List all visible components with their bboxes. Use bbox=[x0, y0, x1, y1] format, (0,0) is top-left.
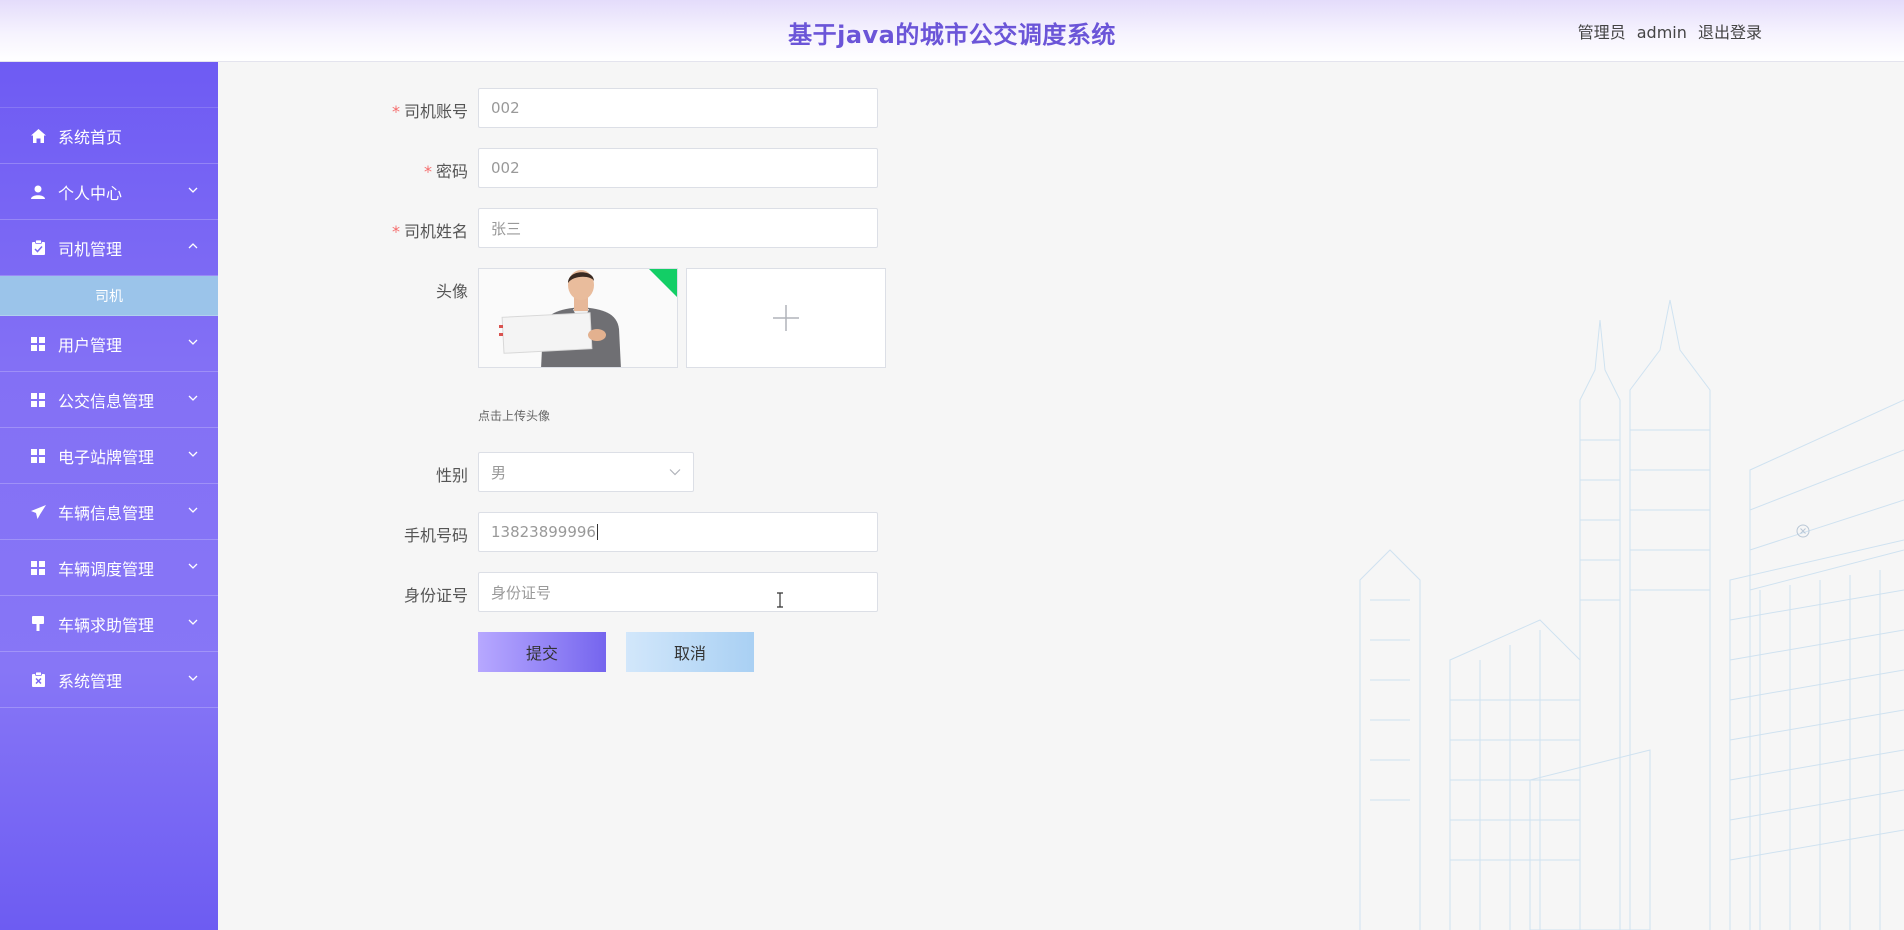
username: admin bbox=[1636, 23, 1687, 42]
sidebar-item-vehicle-help-management[interactable]: 车辆求助管理 bbox=[0, 596, 218, 652]
grid-icon bbox=[30, 336, 46, 352]
chevron-down-icon bbox=[669, 469, 681, 476]
submenu-item-driver[interactable]: 司机 bbox=[0, 276, 218, 316]
sidebar-item-label: 电子站牌管理 bbox=[58, 447, 155, 467]
password-input[interactable]: 002 bbox=[478, 148, 878, 188]
sidebar-item-label: 系统管理 bbox=[58, 671, 123, 691]
logout-link[interactable]: 退出登录 bbox=[1698, 23, 1762, 42]
top-header: 基于java的城市公交调度系统 管理员 admin 退出登录 bbox=[0, 0, 1904, 62]
chevron-down-icon bbox=[188, 563, 198, 569]
sidebar-item-user-management[interactable]: 用户管理 bbox=[0, 316, 218, 372]
chevron-down-icon bbox=[188, 507, 198, 513]
sidebar-item-label: 个人中心 bbox=[58, 183, 123, 203]
required-mark: * bbox=[391, 222, 400, 241]
user-icon bbox=[30, 184, 46, 200]
sidebar-item-label: 车辆信息管理 bbox=[58, 503, 155, 523]
name-label: * 司机姓名 bbox=[391, 222, 468, 241]
sidebar-item-e-stop-sign-management[interactable]: 电子站牌管理 bbox=[0, 428, 218, 484]
sidebar-item-label: 车辆求助管理 bbox=[58, 615, 155, 635]
phone-input[interactable]: 13823899996 bbox=[478, 512, 878, 552]
clipboard-icon bbox=[30, 240, 46, 256]
grid-icon bbox=[30, 560, 46, 576]
password-label: * 密码 bbox=[423, 162, 468, 181]
send-icon bbox=[30, 504, 46, 520]
grid-icon bbox=[30, 448, 46, 464]
id-card-input[interactable]: 身份证号 bbox=[478, 572, 878, 612]
required-mark: * bbox=[423, 162, 432, 181]
cancel-button[interactable]: 取消 bbox=[626, 632, 754, 672]
sidebar-item-vehicle-info-management[interactable]: 车辆信息管理 bbox=[0, 484, 218, 540]
user-area: 管理员 admin 退出登录 bbox=[1572, 19, 1762, 43]
gender-label: 性别 bbox=[435, 466, 468, 485]
plus-icon bbox=[773, 305, 799, 331]
chevron-down-icon bbox=[188, 187, 198, 193]
driver-name-input[interactable]: 张三 bbox=[478, 208, 878, 248]
grid-icon bbox=[30, 392, 46, 408]
text-caret bbox=[596, 524, 598, 540]
sidebar-item-label: 用户管理 bbox=[58, 335, 123, 355]
chevron-down-icon bbox=[188, 395, 198, 401]
sidebar-item-personal-center[interactable]: 个人中心 bbox=[0, 164, 218, 220]
gender-select[interactable]: 男 bbox=[478, 452, 694, 492]
sidebar-item-label: 车辆调度管理 bbox=[58, 559, 155, 579]
chevron-down-icon bbox=[188, 619, 198, 625]
chevron-down-icon bbox=[188, 675, 198, 681]
sidebar-top-spacer bbox=[0, 62, 218, 108]
chevron-down-icon bbox=[188, 339, 198, 345]
stamp-icon bbox=[30, 616, 46, 632]
avatar-upload-hint: 点击上传头像 bbox=[478, 409, 551, 423]
required-mark: * bbox=[391, 102, 400, 121]
avatar-upload-button[interactable] bbox=[686, 268, 886, 368]
home-icon bbox=[30, 128, 46, 144]
phone-label: 手机号码 bbox=[403, 526, 468, 545]
avatar-label: 头像 bbox=[435, 282, 468, 301]
account-label: * 司机账号 bbox=[391, 102, 468, 121]
sidebar-item-label: 司机管理 bbox=[58, 239, 123, 259]
chevron-down-icon bbox=[188, 451, 198, 457]
user-role: 管理员 bbox=[1577, 23, 1626, 42]
driver-account-input[interactable]: 002 bbox=[478, 88, 878, 128]
clipboard-x-icon bbox=[30, 672, 46, 688]
sidebar-item-label: 系统首页 bbox=[58, 127, 123, 147]
sidebar-item-vehicle-dispatch-management[interactable]: 车辆调度管理 bbox=[0, 540, 218, 596]
sidebar-item-system-management[interactable]: 系统管理 bbox=[0, 652, 218, 708]
avatar-preview-image[interactable] bbox=[478, 268, 678, 368]
text-cursor-icon bbox=[777, 592, 783, 608]
driver-edit-form: * 司机账号 002 * 密码 002 * 司机姓名 张三 头像 点击上传头像 … bbox=[218, 62, 1904, 930]
sidebar-item-home[interactable]: 系统首页 bbox=[0, 108, 218, 164]
submit-button[interactable]: 提交 bbox=[478, 632, 606, 672]
sidebar: 系统首页 个人中心 司机管理 司机 用户管理 公交信息管理 电子站牌管理 车辆信… bbox=[0, 62, 218, 930]
sidebar-item-bus-info-management[interactable]: 公交信息管理 bbox=[0, 372, 218, 428]
sidebar-item-label: 公交信息管理 bbox=[58, 391, 155, 411]
id-card-label: 身份证号 bbox=[403, 586, 468, 605]
sidebar-item-driver-management[interactable]: 司机管理 bbox=[0, 220, 218, 276]
chevron-up-icon bbox=[188, 243, 198, 249]
upload-success-badge bbox=[649, 269, 677, 297]
